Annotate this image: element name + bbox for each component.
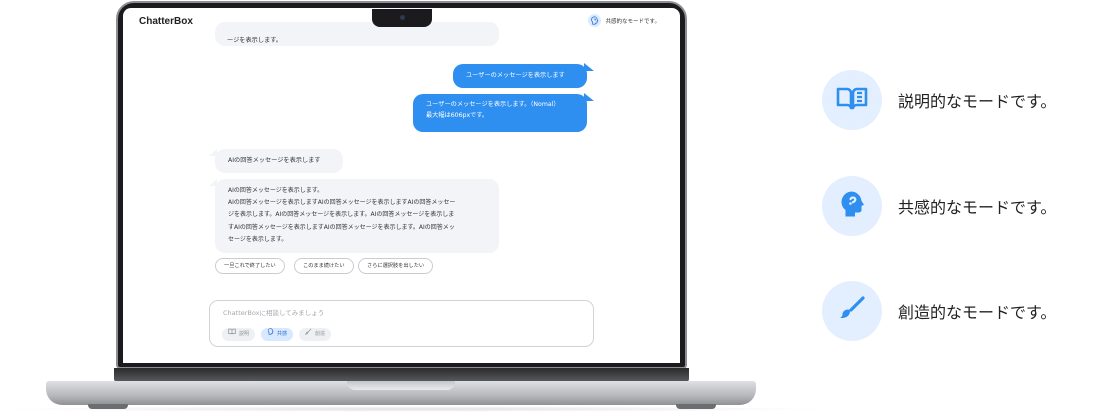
composer-placeholder[interactable]: ChatterBoxに相談してみましょう — [223, 307, 324, 317]
mode-explain-label: 説明 — [239, 331, 250, 337]
user-message-text: ユーザーのメッセージを表示します。（Nomal） — [426, 101, 560, 108]
suggestion-continue-button[interactable]: このまま続けたい — [294, 258, 354, 274]
feature-explain-icon-circle — [822, 70, 882, 130]
user-message-text: 最大幅は606pxです。 — [426, 112, 489, 119]
camera-notch — [372, 9, 432, 27]
user-message-bubble: ユーザーのメッセージを表示します。（Nomal） 最大幅は606pxです。 — [413, 94, 587, 132]
ai-message-text: AIの回答メッセージを表示します。 — [228, 187, 324, 194]
feature-create-label: 創造的なモードです。 — [898, 303, 1057, 322]
ai-message-bubble: ージを表示します。 — [215, 22, 499, 46]
laptop-foot-right — [676, 404, 716, 409]
message-composer[interactable]: ChatterBoxに相談してみましょう 説明 共感 創造 — [209, 300, 594, 347]
ai-message-text: セージを表示します。 — [228, 235, 288, 243]
brush-icon — [304, 328, 312, 341]
laptop-groove — [347, 381, 455, 390]
empathy-head-icon — [587, 14, 601, 27]
suggestion-end-button[interactable]: 一旦これで終了したい — [215, 258, 285, 274]
brush-icon — [838, 295, 866, 327]
ai-message-text: すAIの回答メッセージを表示しますAIの回答メッセージを表示します。AIの回答メ… — [228, 223, 455, 231]
mode-empathy-button[interactable]: 共感 — [261, 328, 294, 341]
feature-create-icon-circle — [822, 281, 882, 341]
empathy-head-icon — [837, 189, 867, 223]
ai-message-text: AIの回答メッセージを表示しますAIの回答メッセージを表示しますAIの回答メッセ… — [228, 199, 456, 207]
book-icon — [228, 328, 236, 341]
laptop-foot-left — [88, 404, 128, 409]
ai-message-bubble: AIの回答メッセージを表示します。 AIの回答メッセージを表示しますAIの回答メ… — [215, 179, 499, 253]
laptop-hinge — [114, 368, 689, 382]
app-screen: ChatterBox 共感的なモードです。 ージを表示します。 ユーザーのメッセ… — [123, 8, 680, 363]
feature-create: 創造的なモードです。 — [822, 281, 1056, 341]
mode-create-button[interactable]: 創造 — [299, 328, 332, 341]
feature-explain-label: 説明的なモードです。 — [898, 92, 1057, 111]
feature-empathy-label: 共感的なモードです。 — [898, 198, 1057, 217]
feature-empathy-icon-circle — [822, 176, 882, 236]
ai-message-bubble: AIの回答メッセージを表示します — [215, 149, 343, 173]
feature-empathy: 共感的なモードです。 — [822, 176, 1056, 236]
bubble-tail — [584, 93, 594, 101]
ai-message-text: ージを表示します。 — [227, 37, 282, 44]
user-message-text: ユーザーのメッセージを表示します — [466, 72, 565, 79]
app-title: ChatterBox — [139, 16, 193, 27]
ai-message-text: ジを表示します。AIの回答メッセージを表示します。AIの回答メッセージを表示しま — [228, 211, 455, 219]
feature-explain: 説明的なモードです。 — [822, 70, 1056, 130]
user-message-bubble: ユーザーのメッセージを表示します — [453, 64, 587, 88]
suggestion-more-options-button[interactable]: さらに選択肢を出したい — [358, 258, 434, 274]
mode-create-label: 創造 — [315, 331, 326, 337]
ai-message-text: AIの回答メッセージを表示します — [228, 157, 321, 164]
book-icon — [835, 85, 869, 115]
current-mode-indicator[interactable]: 共感的なモードです。 — [587, 14, 660, 27]
mode-explain-button[interactable]: 説明 — [222, 328, 256, 341]
bubble-tail — [584, 63, 594, 71]
empathy-head-icon — [267, 328, 274, 341]
mode-empathy-label: 共感 — [277, 331, 288, 337]
current-mode-label: 共感的なモードです。 — [605, 18, 660, 25]
camera-icon — [400, 15, 405, 20]
